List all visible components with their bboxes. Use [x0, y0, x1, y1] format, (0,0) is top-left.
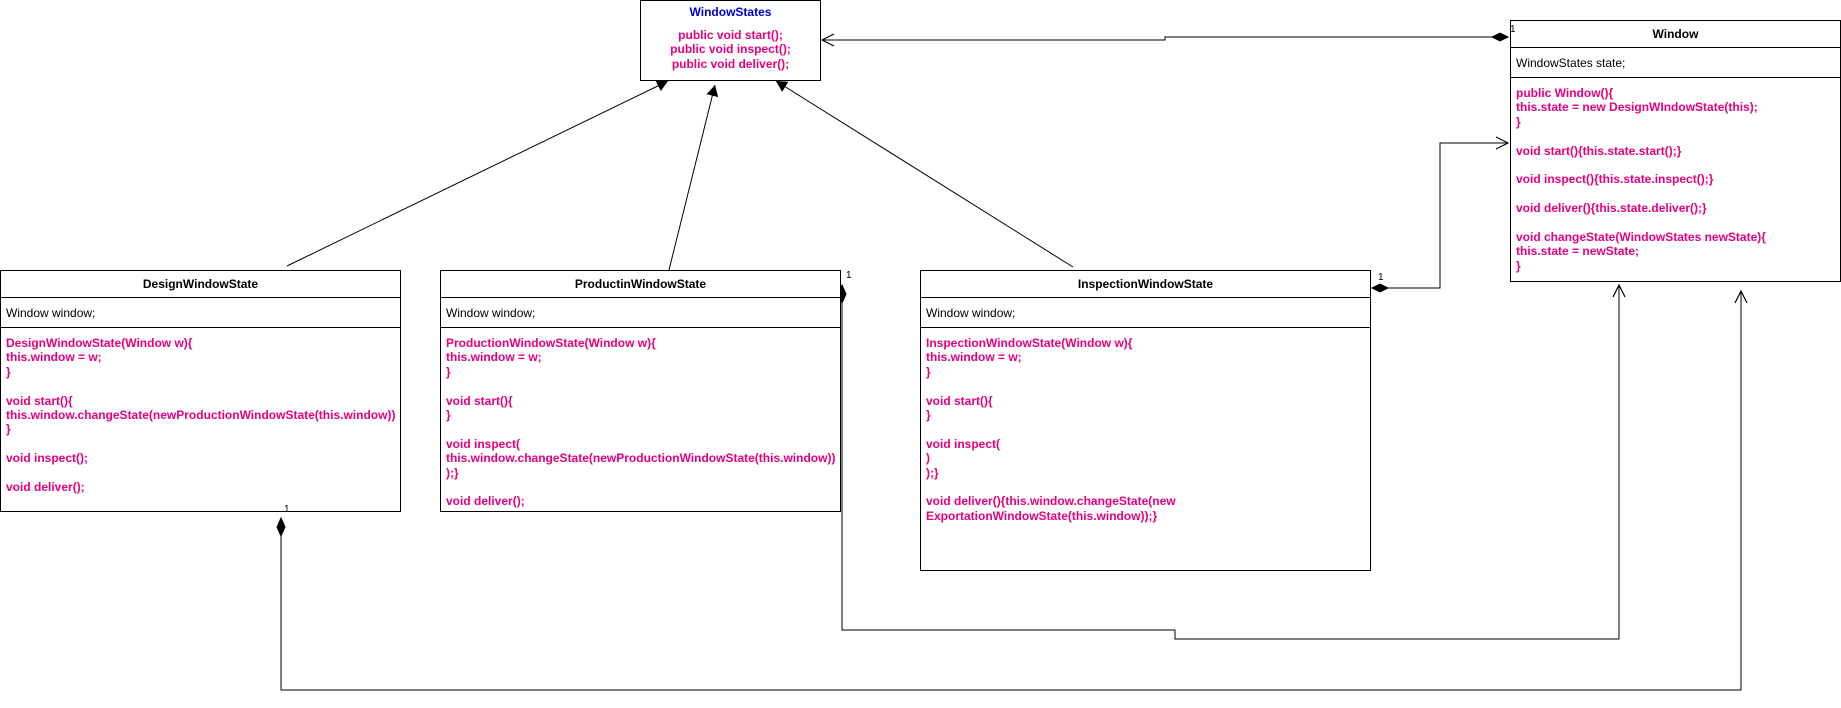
class-production-window-state[interactable]: ProductinWindowState Window window; Prod…: [440, 270, 841, 512]
class-window[interactable]: Window WindowStates state; public Window…: [1510, 20, 1841, 282]
interface-operations: public void start(); public void inspect…: [670, 28, 791, 71]
multiplicity-inspection: 1: [1378, 272, 1384, 283]
class-name: Window: [1511, 21, 1840, 48]
class-operations: DesignWindowState(Window w){ this.window…: [6, 336, 396, 495]
edge-design-to-interface: [286, 80, 669, 267]
class-name: InspectionWindowState: [921, 271, 1370, 298]
class-operations: ProductionWindowState(Window w){ this.wi…: [446, 336, 836, 509]
class-operations: public Window(){ this.state = new Design…: [1516, 86, 1766, 273]
class-design-window-state[interactable]: DesignWindowState Window window; DesignW…: [0, 270, 401, 512]
multiplicity-production: 1: [846, 270, 852, 281]
class-operations: InspectionWindowState(Window w){ this.wi…: [926, 336, 1176, 523]
diamond-window: [1490, 32, 1510, 42]
class-attributes: Window window;: [1, 298, 400, 328]
edge-window-to-interface: [822, 37, 1508, 40]
interface-name: WindowStates: [689, 5, 772, 19]
interface-window-states[interactable]: WindowStates public void start(); public…: [640, 0, 821, 81]
class-attributes: Window window;: [921, 298, 1370, 328]
class-attributes: Window window;: [441, 298, 840, 328]
class-inspection-window-state[interactable]: InspectionWindowState Window window; Ins…: [920, 270, 1371, 571]
edge-inspection-to-window: [1372, 143, 1508, 289]
edge-production-to-interface: [668, 84, 719, 271]
edge-inspection-to-interface: [775, 80, 1074, 268]
diamond-inspection: [1370, 283, 1390, 293]
multiplicity-design: 1: [284, 504, 290, 515]
class-name: ProductinWindowState: [441, 271, 840, 298]
diamond-design: [276, 516, 286, 538]
class-attributes: WindowStates state;: [1511, 48, 1840, 78]
multiplicity-window: 1: [1510, 24, 1516, 35]
class-name: DesignWindowState: [1, 271, 400, 298]
